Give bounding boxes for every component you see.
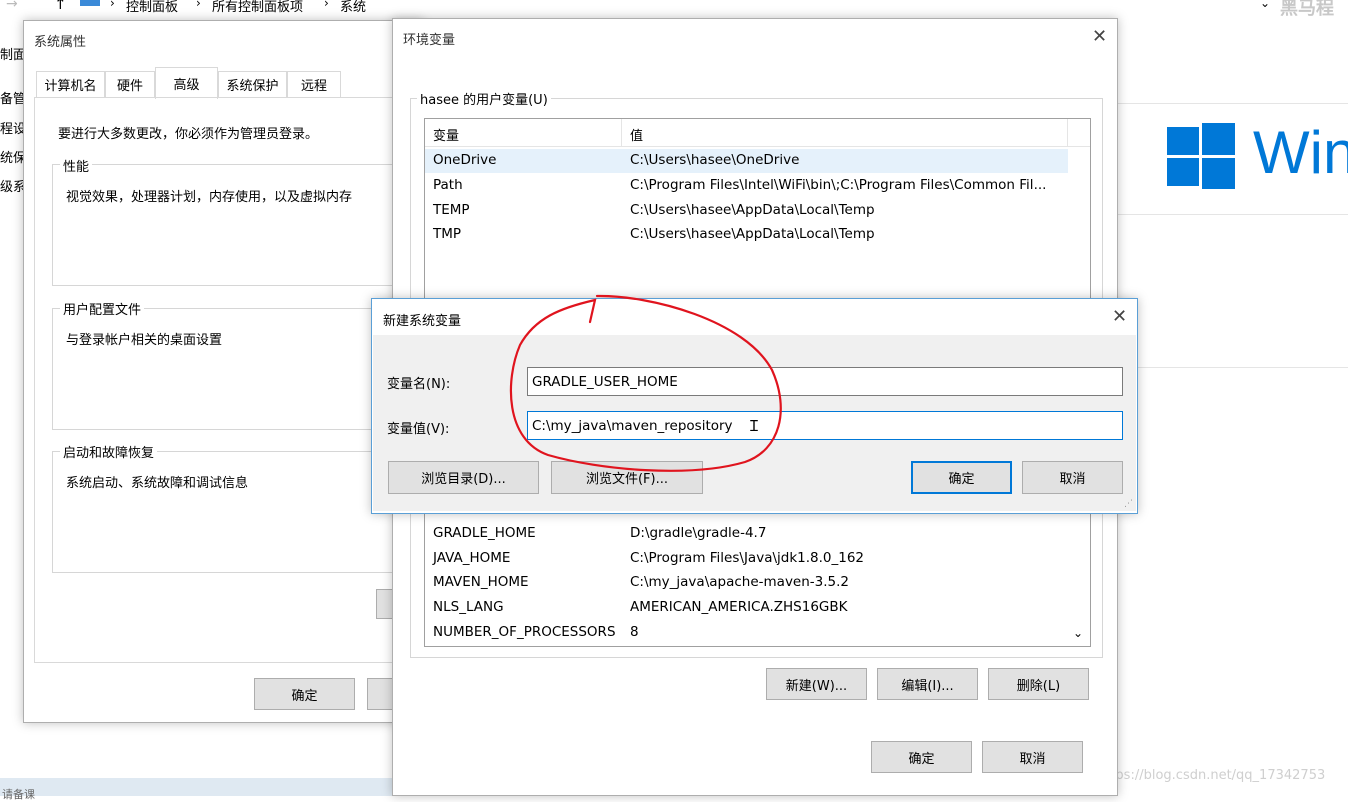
table-row[interactable]: TMP C:\Users\hasee\AppData\Local\Temp xyxy=(425,223,1068,247)
startup-group xyxy=(52,451,422,573)
cell-var-value: C:\Users\hasee\OneDrive xyxy=(630,152,800,168)
tab-computer-name[interactable]: 计算机名 xyxy=(36,71,105,97)
up-arrow-icon[interactable]: ↑ xyxy=(54,0,67,13)
cell-var-name: NLS_LANG xyxy=(433,599,504,615)
tab-panel: 要进行大多数更改，你必须作为管理员登录。 性能 视觉效果，处理器计划，内存使用，… xyxy=(34,97,422,663)
column-header-variable[interactable]: 变量 xyxy=(433,125,459,144)
variable-value-label: 变量值(V): xyxy=(387,422,450,437)
system-properties-window: 系统属性 计算机名 硬件 高级 系统保护 远程 要进行大多数更改，你必须作为管理… xyxy=(23,20,423,723)
cell-var-name: GRADLE_HOME xyxy=(433,525,536,541)
table-row[interactable]: TEMP C:\Users\hasee\AppData\Local\Temp xyxy=(425,199,1068,223)
cell-var-value: C:\my_java\apache-maven-3.5.2 xyxy=(630,574,850,590)
divider xyxy=(1118,214,1348,215)
startup-desc: 系统启动、系统故障和调试信息 xyxy=(66,476,249,491)
cell-var-name: MAVEN_HOME xyxy=(433,574,529,590)
breadcrumb-item[interactable]: 控制面板 xyxy=(126,0,178,15)
profiles-desc: 与登录帐户相关的桌面设置 xyxy=(66,333,223,348)
cell-var-name: OneDrive xyxy=(433,152,497,168)
cell-var-name: TEMP xyxy=(433,202,470,218)
ok-button[interactable]: 确定 xyxy=(254,678,355,710)
edit-button[interactable]: 编辑(I)... xyxy=(877,668,978,700)
text-cursor-icon: Ｉ xyxy=(746,417,762,435)
divider xyxy=(1118,103,1348,104)
variable-name-input[interactable]: GRADLE_USER_HOME xyxy=(527,367,1123,396)
cell-var-value: C:\Users\hasee\AppData\Local\Temp xyxy=(630,202,875,218)
cell-var-value: AMERICAN_AMERICA.ZHS16GBK xyxy=(630,599,848,615)
cancel-button[interactable]: 取消 xyxy=(1022,461,1123,494)
table-row[interactable]: JAVA_HOME C:\Program Files\Java\jdk1.8.0… xyxy=(425,547,1068,571)
breadcrumb-sep-icon: › xyxy=(324,0,329,10)
cell-var-value: D:\gradle\gradle-4.7 xyxy=(630,525,767,541)
cancel-button[interactable]: 取消 xyxy=(982,741,1083,773)
ok-button[interactable]: 确定 xyxy=(871,741,972,773)
table-row-selected[interactable]: OneDrive C:\Users\hasee\OneDrive xyxy=(425,149,1068,173)
tab-remote[interactable]: 远程 xyxy=(287,71,341,97)
user-vars-list[interactable]: 变量 值 OneDrive C:\Users\hasee\OneDrive Pa… xyxy=(424,118,1091,303)
list-header: 变量 值 xyxy=(425,119,1090,147)
column-divider xyxy=(621,119,622,147)
tab-hardware[interactable]: 硬件 xyxy=(105,71,155,97)
tab-advanced[interactable]: 高级 xyxy=(155,67,218,99)
new-system-variable-dialog: 新建系统变量 ✕ 变量名(N): GRADLE_USER_HOME 变量值(V)… xyxy=(371,298,1138,514)
system-vars-list[interactable]: GRADLE_HOME D:\gradle\gradle-4.7 JAVA_HO… xyxy=(424,499,1091,647)
table-row[interactable]: NUMBER_OF_PROCESSORS 8 xyxy=(425,621,1068,645)
cell-var-name: Path xyxy=(433,177,463,193)
back-arrow-icon[interactable]: → xyxy=(6,0,18,12)
breadcrumb-sep-icon: › xyxy=(196,0,201,10)
performance-desc: 视觉效果，处理器计划，内存使用，以及虚拟内存 xyxy=(66,190,353,205)
profiles-label: 用户配置文件 xyxy=(60,299,145,318)
windows-brand-text: Win xyxy=(1253,119,1348,186)
column-header-value[interactable]: 值 xyxy=(630,125,643,144)
table-row[interactable]: GRADLE_HOME D:\gradle\gradle-4.7 xyxy=(425,522,1068,546)
control-panel-icon xyxy=(80,0,100,6)
user-vars-label: hasee 的用户变量(U) xyxy=(417,89,551,108)
explorer-address-bar: → ↑ › 控制面板 › 所有控制面板项 › 系统 ⌄ 黑马程 xyxy=(0,0,1348,19)
window-title: 系统属性 xyxy=(34,35,87,50)
performance-label: 性能 xyxy=(60,156,93,175)
scroll-down-icon[interactable]: ⌄ xyxy=(1073,626,1083,640)
variable-value-input[interactable]: C:\my_java\maven_repository Ｉ xyxy=(527,411,1123,440)
delete-button[interactable]: 删除(L) xyxy=(988,668,1089,700)
bottom-text: 请备课 xyxy=(2,788,35,801)
browse-file-button[interactable]: 浏览文件(F)... xyxy=(551,461,703,494)
close-icon[interactable]: ✕ xyxy=(1112,306,1127,327)
new-button[interactable]: 新建(W)... xyxy=(766,668,867,700)
divider xyxy=(1118,367,1348,368)
breadcrumb-item[interactable]: 所有控制面板项 xyxy=(212,0,303,15)
column-divider xyxy=(1067,119,1068,147)
tab-system-protection[interactable]: 系统保护 xyxy=(218,71,287,97)
startup-label: 启动和故障恢复 xyxy=(60,442,158,461)
profiles-group xyxy=(52,308,422,430)
cell-var-name: NUMBER_OF_PROCESSORS xyxy=(433,624,616,640)
admin-note: 要进行大多数更改，你必须作为管理员登录。 xyxy=(58,127,319,142)
cell-var-name: JAVA_HOME xyxy=(433,550,511,566)
cell-var-value: C:\Program Files\Intel\WiFi\bin\;C:\Prog… xyxy=(630,177,1047,193)
breadcrumb-item[interactable]: 系统 xyxy=(340,0,366,15)
window-title: 环境变量 xyxy=(403,33,456,48)
watermark-url: https://blog.csdn.net/qq_17342753 xyxy=(1097,768,1326,783)
browse-directory-button[interactable]: 浏览目录(D)... xyxy=(388,461,539,494)
table-row[interactable]: Path C:\Program Files\Intel\WiFi\bin\;C:… xyxy=(425,174,1068,198)
performance-group xyxy=(52,164,422,286)
cell-var-value: C:\Program Files\Java\jdk1.8.0_162 xyxy=(630,550,865,566)
chevron-down-icon[interactable]: ⌄ xyxy=(1260,0,1270,10)
watermark-top: 黑马程 xyxy=(1280,0,1334,19)
cell-var-name: TMP xyxy=(433,226,462,242)
resize-grip-icon[interactable]: ⋰ xyxy=(1124,499,1133,509)
table-row[interactable]: NLS_LANG AMERICAN_AMERICA.ZHS16GBK xyxy=(425,596,1068,620)
cell-var-value: 8 xyxy=(630,624,639,640)
dialog-title: 新建系统变量 xyxy=(383,314,462,329)
variable-name-label: 变量名(N): xyxy=(387,377,451,392)
close-icon[interactable]: ✕ xyxy=(1092,26,1107,47)
ok-button[interactable]: 确定 xyxy=(911,461,1012,494)
cell-var-value: C:\Users\hasee\AppData\Local\Temp xyxy=(630,226,875,242)
windows-logo-icon xyxy=(1167,123,1235,189)
table-row[interactable]: MAVEN_HOME C:\my_java\apache-maven-3.5.2 xyxy=(425,571,1068,595)
breadcrumb-sep-icon: › xyxy=(110,0,115,10)
